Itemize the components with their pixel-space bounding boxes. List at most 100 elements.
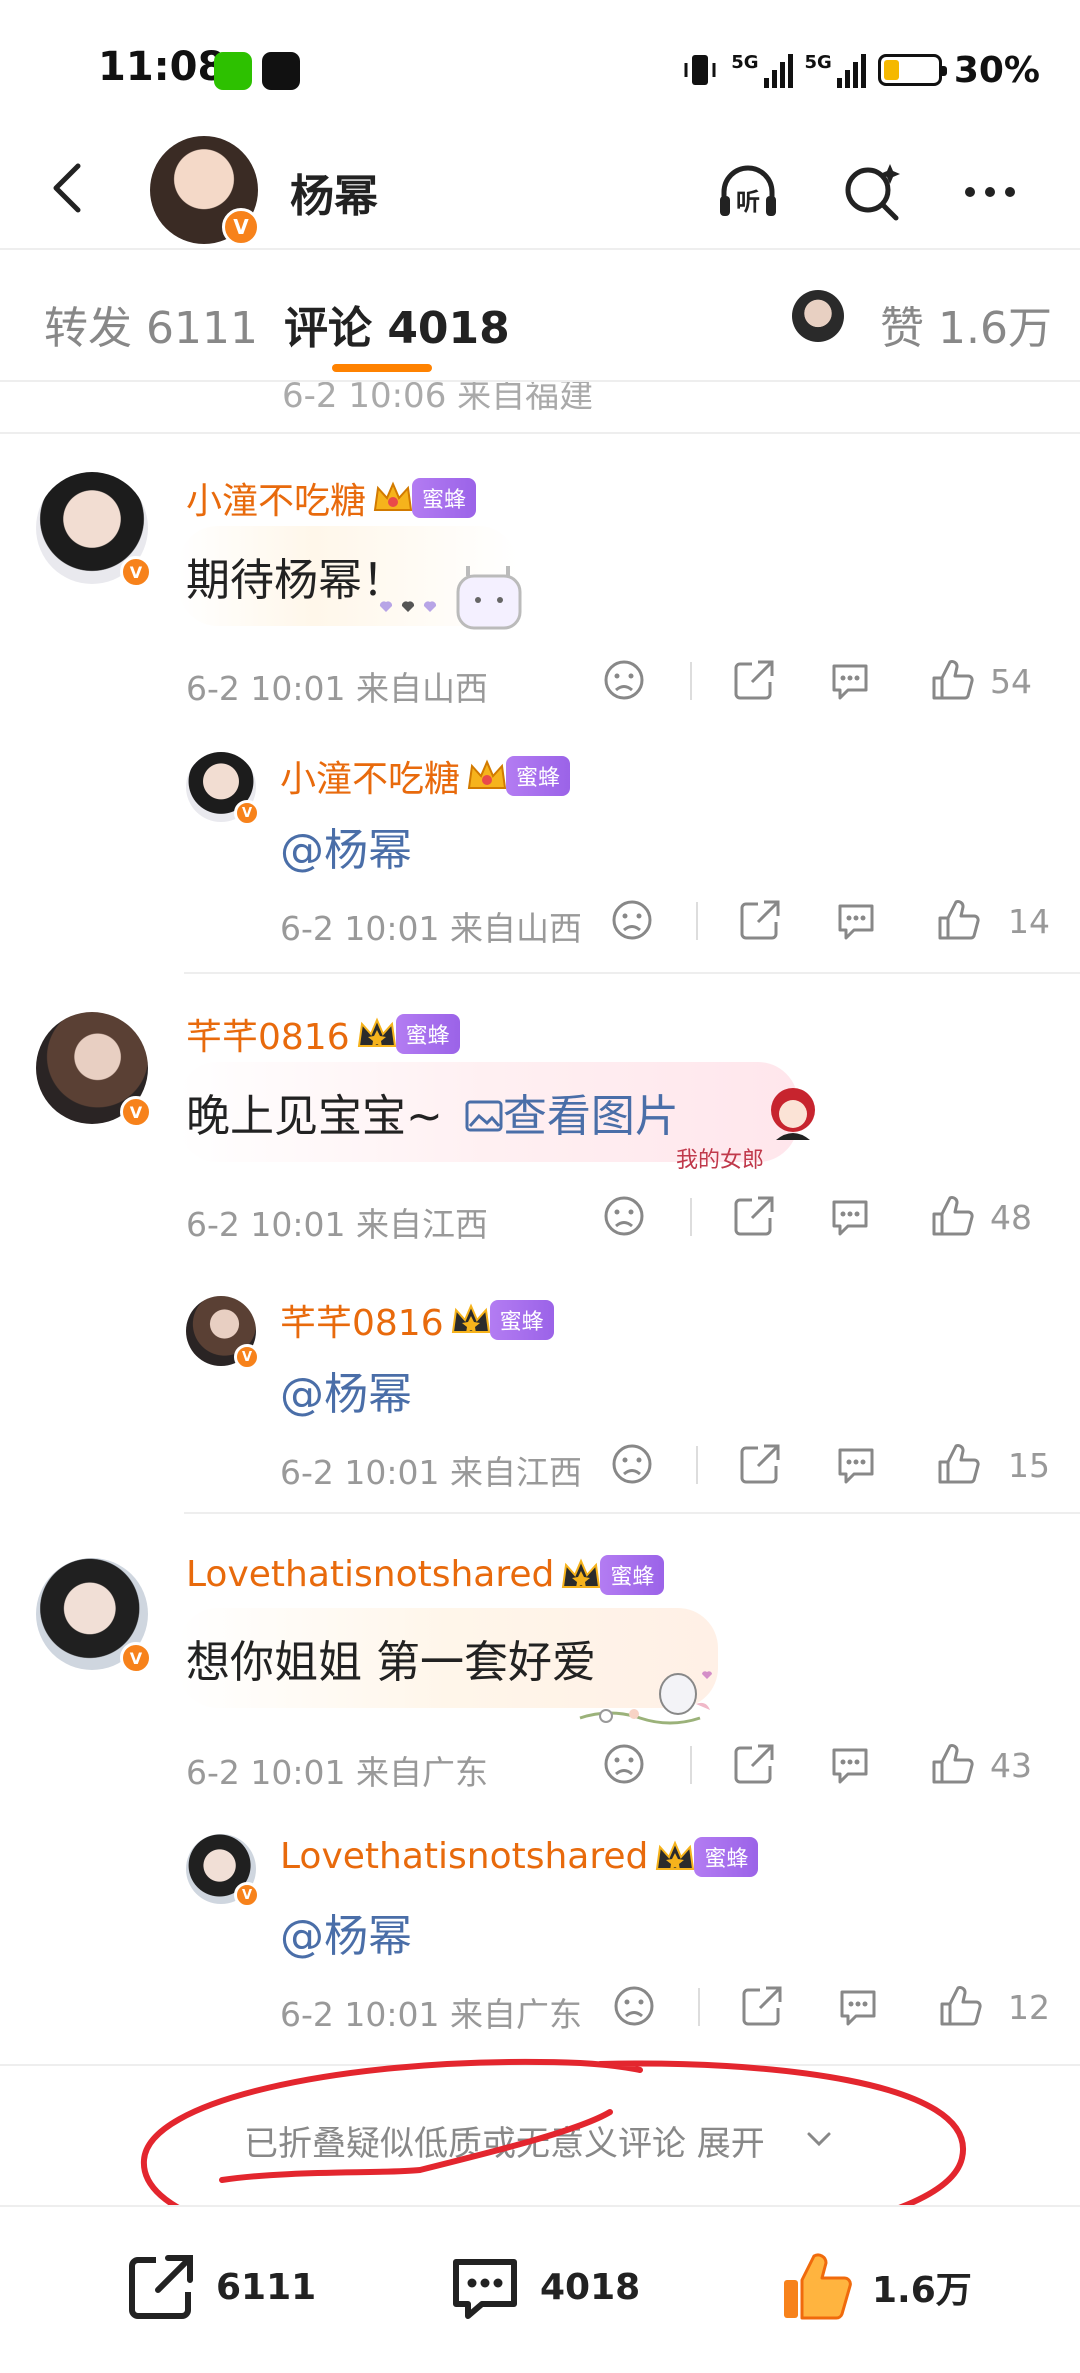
- crown-icon: [450, 1302, 492, 1338]
- liked-thumb-icon: [784, 2253, 852, 2320]
- like-icon[interactable]: [930, 1194, 974, 1238]
- dislike-icon[interactable]: [612, 1984, 656, 2028]
- like-count: 12: [1008, 1988, 1050, 2027]
- crown-icon: [466, 758, 508, 794]
- crown-icon: [654, 1839, 696, 1875]
- bottom-action-bar: 6111 4018 1.6万: [0, 2205, 1080, 2373]
- fan-badge: 蜜蜂: [412, 478, 477, 518]
- comment-item: V 小潼不吃糖 蜜蜂 期待杨幂！ 6-2 10:01 来自山西 54 V 小潼不…: [0, 434, 1080, 974]
- like-icon[interactable]: [930, 1742, 974, 1786]
- share-icon[interactable]: [740, 1984, 784, 2028]
- folded-comments-text[interactable]: 已折叠疑似低质或无意义评论 展开: [244, 2116, 765, 2165]
- reply-icon[interactable]: [834, 898, 878, 942]
- status-indicators: 5G 5G 30%: [681, 48, 1040, 92]
- avatar[interactable]: V: [36, 1012, 152, 1128]
- share-icon[interactable]: [738, 1442, 782, 1486]
- mention-link[interactable]: @杨幂: [280, 1369, 412, 1420]
- avatar[interactable]: V: [186, 1834, 260, 1908]
- like-icon[interactable]: [938, 1984, 982, 2028]
- dislike-icon[interactable]: [602, 1194, 646, 1238]
- tiktok-notification-icon: [262, 52, 300, 90]
- comment-meta: 6-2 10:01 来自广东: [186, 1753, 488, 1792]
- profile-name[interactable]: 杨幂: [290, 160, 378, 224]
- sticker-caption: 我的女郎: [676, 1148, 765, 1173]
- profile-avatar[interactable]: V: [150, 136, 260, 246]
- reply-icon[interactable]: [828, 1194, 872, 1238]
- dislike-icon[interactable]: [610, 1442, 654, 1486]
- tab-likes[interactable]: 赞 1.6万: [880, 292, 1052, 356]
- comment-icon: [453, 2259, 517, 2319]
- comment-text: 晚上见宝宝~: [186, 1091, 443, 1142]
- verified-badge-icon: V: [234, 1882, 260, 1908]
- share-icon[interactable]: [732, 1194, 776, 1238]
- like-count: 14: [1008, 902, 1050, 941]
- share-icon[interactable]: [732, 1742, 776, 1786]
- like-icon[interactable]: [936, 1442, 980, 1486]
- username[interactable]: Lovethatisnotshared: [280, 1836, 648, 1877]
- battery-percent: 30%: [953, 49, 1040, 91]
- like-button[interactable]: 1.6万: [780, 2247, 972, 2327]
- reply-icon[interactable]: [836, 1984, 880, 2028]
- repost-count: 6111: [216, 2266, 317, 2308]
- like-count: 15: [1008, 1446, 1050, 1485]
- dislike-icon[interactable]: [602, 1742, 646, 1786]
- clipped-comment-meta: 6-2 10:06 来自福建: [0, 382, 1080, 434]
- crown-icon: [560, 1557, 602, 1593]
- username[interactable]: 芊芊0816: [280, 1294, 444, 1346]
- share-icon[interactable]: [732, 658, 776, 702]
- repost-button[interactable]: 6111: [124, 2247, 316, 2327]
- comment-meta: 6-2 10:01 来自山西: [186, 669, 488, 708]
- image-icon: [465, 1100, 503, 1132]
- comment-text: 想你姐姐 第一套好爱: [186, 1637, 596, 1688]
- fan-badge: 蜜蜂: [489, 1300, 554, 1340]
- more-icon[interactable]: [958, 160, 1022, 224]
- chevron-down-icon[interactable]: [804, 2124, 834, 2154]
- username[interactable]: 小潼不吃糖: [186, 472, 366, 524]
- avatar[interactable]: V: [36, 472, 152, 588]
- crown-icon: [372, 480, 414, 516]
- comment-meta: 6-2 10:01 来自山西: [280, 909, 582, 948]
- mention-link[interactable]: @杨幂: [280, 825, 412, 876]
- tab-repost[interactable]: 转发 6111: [44, 292, 258, 356]
- mention-link[interactable]: @杨幂: [280, 1911, 412, 1962]
- signal-2-icon: 5G: [805, 52, 866, 88]
- back-icon[interactable]: [40, 158, 100, 218]
- avatar[interactable]: V: [36, 1558, 152, 1674]
- verified-badge-icon: V: [234, 1344, 260, 1370]
- avatar[interactable]: V: [186, 752, 260, 826]
- folded-comments-notice[interactable]: 已折叠疑似低质或无意义评论 展开: [0, 2064, 1080, 2204]
- avatar[interactable]: V: [186, 1296, 260, 1370]
- search-icon[interactable]: [840, 160, 904, 224]
- tab-comment[interactable]: 评论 4018: [284, 292, 510, 356]
- comment-item: V Lovethatisnotshared 蜜蜂 想你姐姐 第一套好爱 6-2 …: [0, 1514, 1080, 2064]
- comment-meta: 6-2 10:01 来自江西: [186, 1205, 488, 1244]
- reply-icon[interactable]: [828, 658, 872, 702]
- liker-avatar: [792, 290, 844, 342]
- verified-badge-icon: V: [234, 800, 260, 826]
- flower-sticker-icon: [579, 1671, 712, 1725]
- svg-text:听: 听: [736, 188, 760, 216]
- dislike-icon[interactable]: [610, 898, 654, 942]
- like-count: 1.6万: [872, 2270, 972, 2311]
- comment-button[interactable]: 4018: [448, 2247, 640, 2327]
- status-bar: 11:08 5G 5G 30%: [0, 0, 1080, 130]
- like-count: 54: [990, 662, 1032, 701]
- username[interactable]: 小潼不吃糖: [280, 750, 460, 802]
- like-icon[interactable]: [930, 658, 974, 702]
- dislike-icon[interactable]: [602, 658, 646, 702]
- reply-icon[interactable]: [834, 1442, 878, 1486]
- username[interactable]: Lovethatisnotshared: [186, 1554, 554, 1595]
- bunny-sticker-icon: [379, 566, 522, 630]
- listen-icon[interactable]: 听: [716, 160, 780, 224]
- girl-sticker-icon: [771, 1088, 815, 1140]
- fan-badge: 蜜蜂: [506, 756, 571, 796]
- share-icon[interactable]: [738, 898, 782, 942]
- signal-1-icon: 5G: [731, 52, 793, 88]
- comment-item: V 芊芊0816 蜜蜂 晚上见宝宝~ 查看图片 我的女郎 6-2 10:01 来…: [0, 974, 1080, 1514]
- verified-badge-icon: V: [120, 1096, 152, 1128]
- username[interactable]: 芊芊0816: [186, 1008, 350, 1060]
- like-icon[interactable]: [936, 898, 980, 942]
- view-image-link[interactable]: 查看图片: [503, 1091, 679, 1142]
- reply-icon[interactable]: [828, 1742, 872, 1786]
- verified-badge-icon: V: [120, 1642, 152, 1674]
